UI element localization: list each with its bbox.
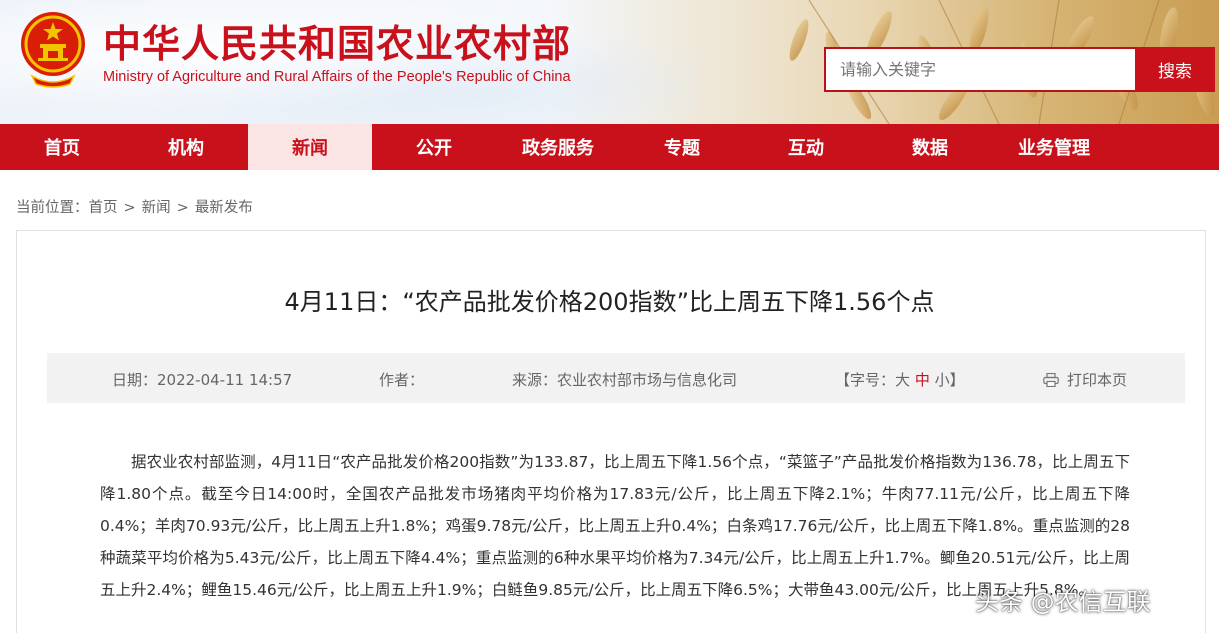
breadcrumb-prefix: 当前位置：	[16, 200, 89, 216]
nav-item-organization[interactable]: 机构	[124, 124, 248, 170]
search-button[interactable]: 搜索	[1135, 47, 1215, 92]
font-size-prefix: 【字号：	[835, 371, 896, 389]
national-emblem-icon	[21, 12, 85, 88]
search-input[interactable]	[824, 47, 1135, 92]
print-page-link[interactable]: 打印本页	[1043, 369, 1127, 390]
nav-item-public[interactable]: 公开	[372, 124, 496, 170]
breadcrumb-separator: >	[176, 200, 189, 216]
site-subtitle: Ministry of Agriculture and Rural Affair…	[103, 69, 571, 85]
nav-item-topics[interactable]: 专题	[620, 124, 744, 170]
font-size-suffix: 】	[949, 371, 965, 389]
font-size-medium-link[interactable]: 中	[915, 371, 930, 389]
printer-icon	[1043, 373, 1059, 387]
nav-item-business-management[interactable]: 业务管理	[992, 124, 1116, 170]
breadcrumb-link-home[interactable]: 首页	[89, 200, 118, 216]
font-size-large-link[interactable]: 大	[895, 371, 910, 389]
watermark: 头条 @农信互联	[975, 588, 1151, 616]
breadcrumb: 当前位置：首页 > 新闻 > 最新发布	[16, 196, 253, 217]
nav-item-news[interactable]: 新闻	[248, 124, 372, 170]
nav-item-government-services[interactable]: 政务服务	[496, 124, 620, 170]
nav-item-home[interactable]: 首页	[0, 124, 124, 170]
breadcrumb-link-news[interactable]: 新闻	[142, 200, 171, 216]
article-source: 来源：农业农村部市场与信息化司	[512, 371, 738, 389]
font-size-control: 【字号：大 中 小】	[835, 369, 965, 390]
article-title: 4月11日：“农产品批发价格200指数”比上周五下降1.56个点	[284, 288, 935, 316]
nav-item-interaction[interactable]: 互动	[744, 124, 868, 170]
header-banner: 中华人民共和国农业农村部 Ministry of Agriculture and…	[0, 0, 1219, 124]
print-page-label: 打印本页	[1067, 371, 1128, 389]
main-nav: 首页 机构 新闻 公开 政务服务 专题 互动 数据 业务管理	[0, 124, 1219, 170]
breadcrumb-link-latest[interactable]: 最新发布	[195, 200, 253, 216]
nav-item-data[interactable]: 数据	[868, 124, 992, 170]
article-author: 作者：	[379, 371, 425, 389]
article-date: 日期：2022-04-11 14:57	[112, 371, 293, 389]
article-meta-bar: 日期：2022-04-11 14:57 作者： 来源：农业农村部市场与信息化司 …	[47, 353, 1185, 403]
site-title: 中华人民共和国农业农村部	[103, 21, 572, 66]
breadcrumb-separator: >	[123, 200, 136, 216]
font-size-small-link[interactable]: 小	[935, 371, 950, 389]
